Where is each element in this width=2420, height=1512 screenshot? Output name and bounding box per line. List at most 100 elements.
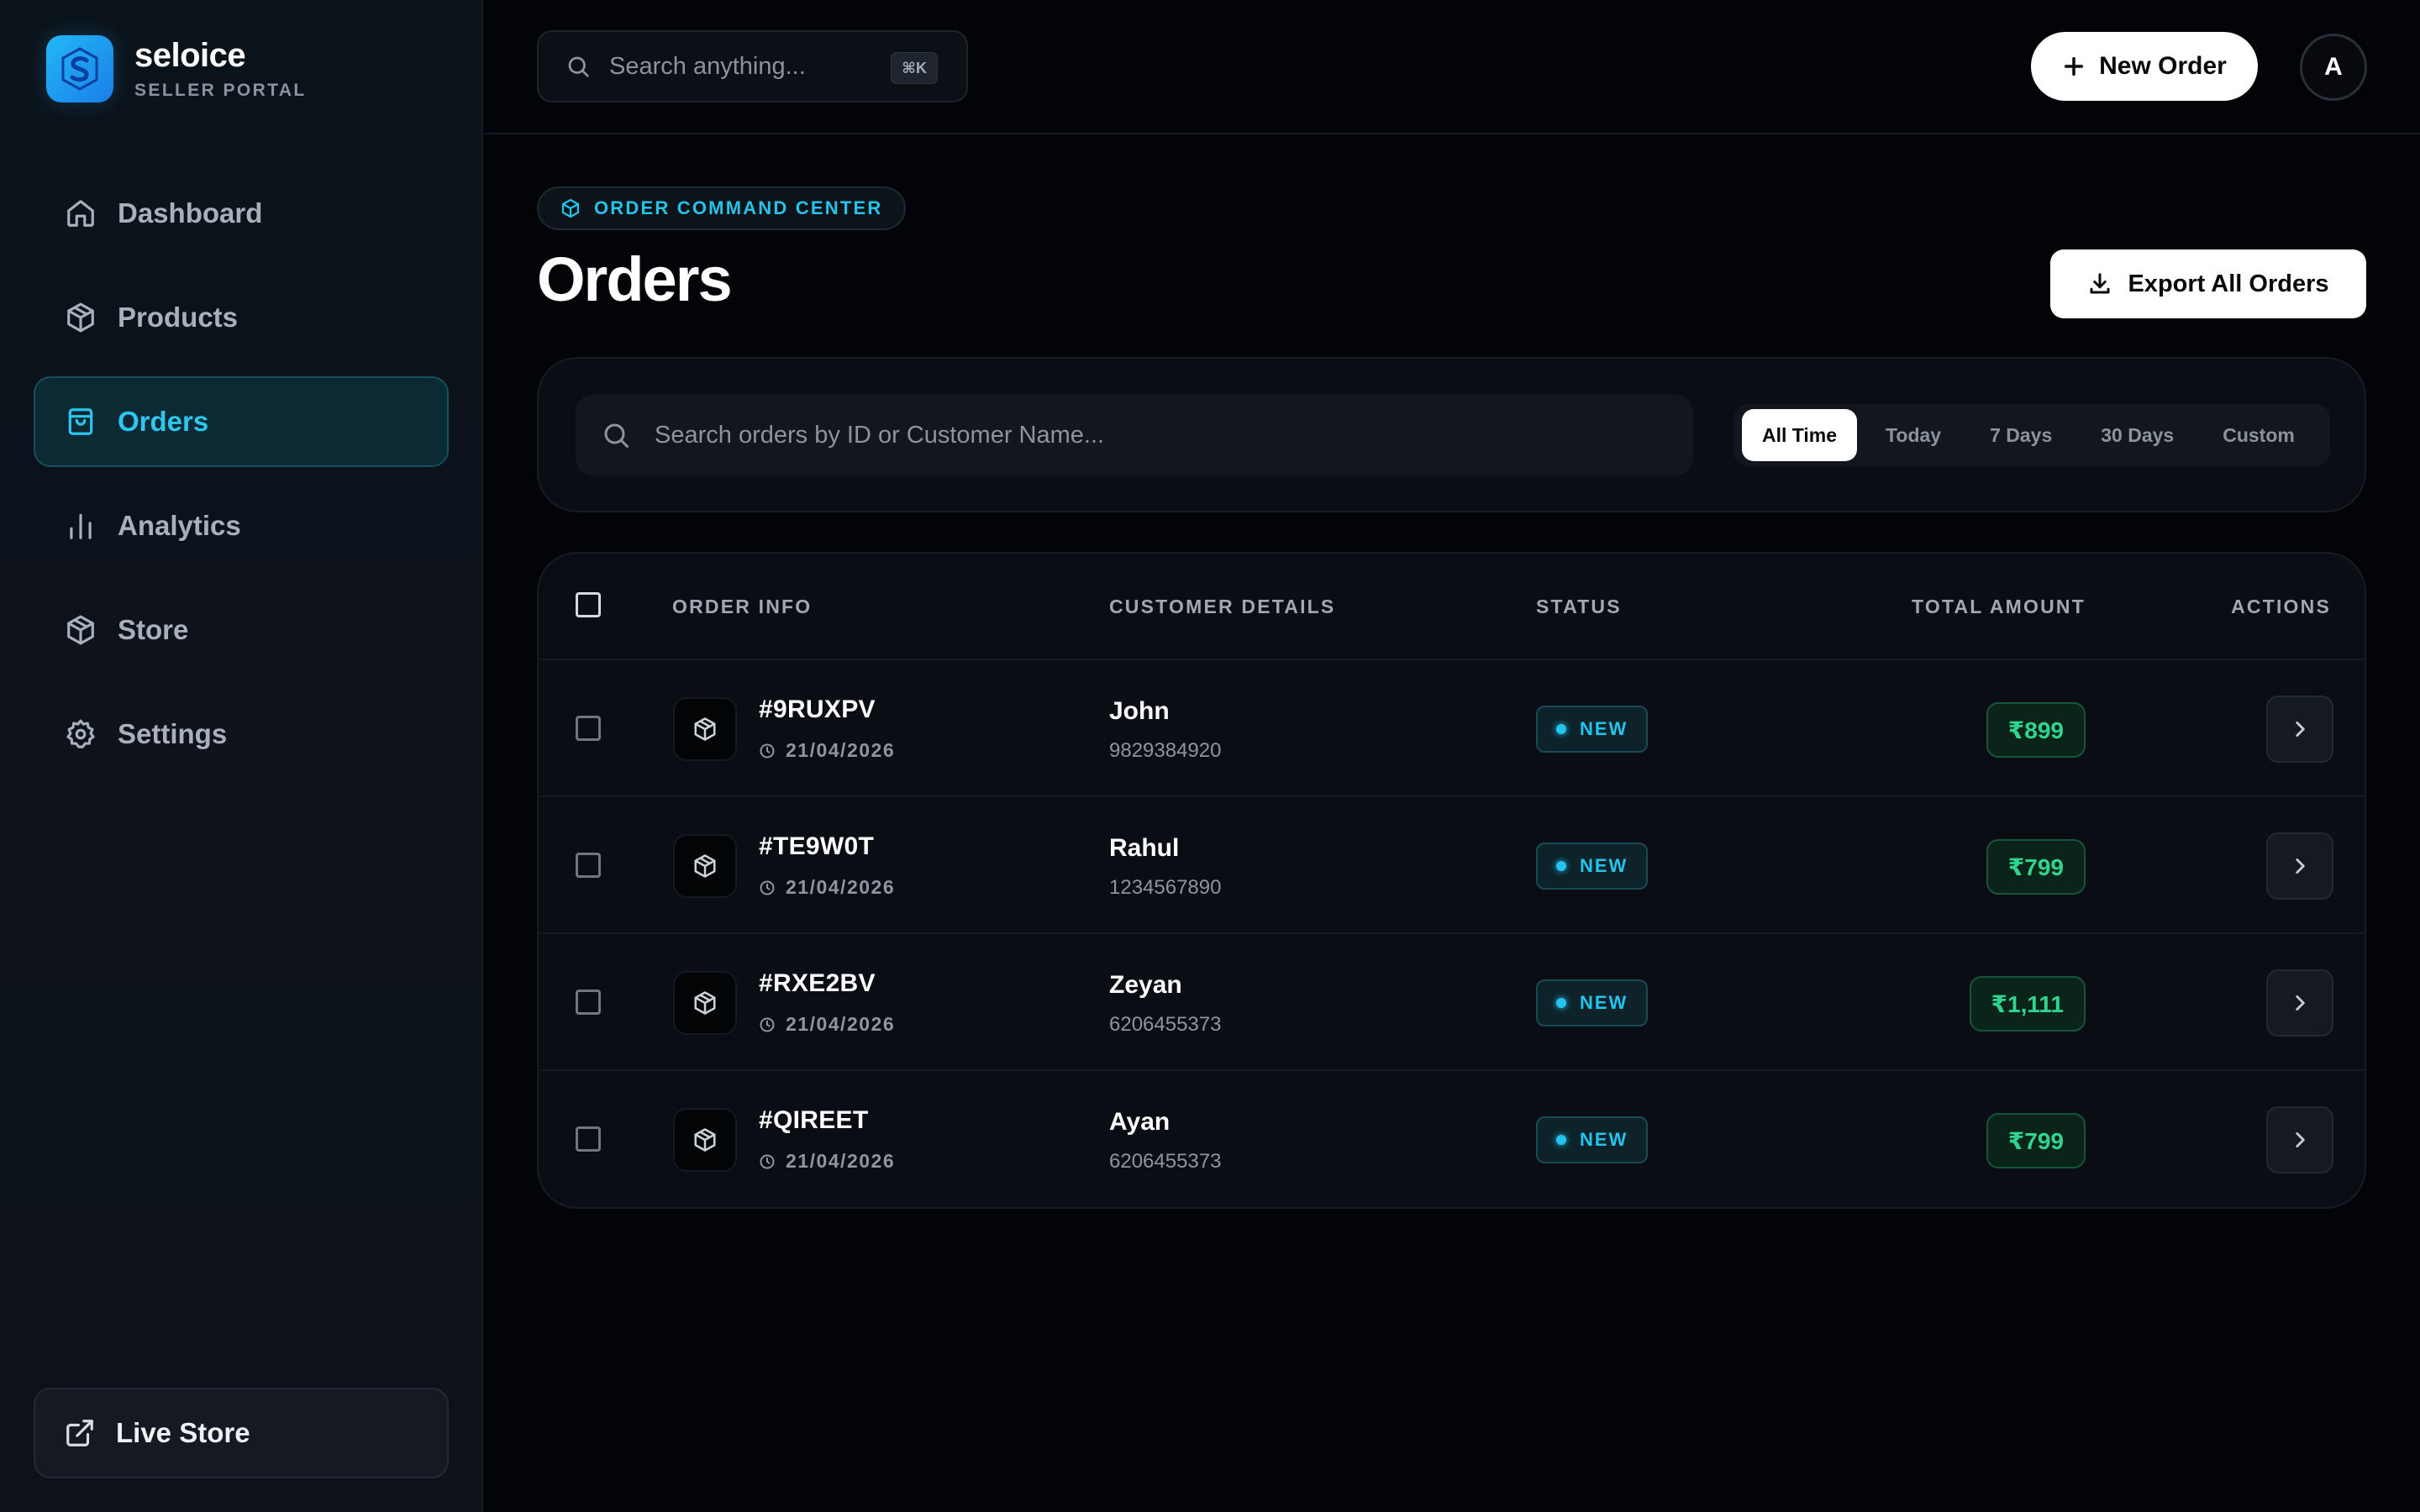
box-icon xyxy=(64,613,97,647)
tab-7-days[interactable]: 7 Days xyxy=(1970,409,2072,461)
brand-name: seloice xyxy=(134,37,246,74)
view-order-button[interactable] xyxy=(2266,832,2333,900)
order-id[interactable]: #RXE2BV xyxy=(759,969,876,998)
search-placeholder: Search anything... xyxy=(609,52,806,80)
view-order-button[interactable] xyxy=(2266,696,2333,763)
order-date: 21/04/2026 xyxy=(759,1013,895,1036)
sidebar-item-store[interactable]: Store xyxy=(34,585,449,675)
sidebar-item-label: Dashboard xyxy=(118,197,263,228)
row-checkbox[interactable] xyxy=(576,990,601,1015)
order-date-text: 21/04/2026 xyxy=(786,1013,896,1035)
clock-icon xyxy=(759,879,776,896)
page-title: Orders xyxy=(537,244,733,314)
status-badge: NEW xyxy=(1536,843,1649,890)
column-header-order-info: ORDER INFO xyxy=(672,596,813,617)
select-all-checkbox[interactable] xyxy=(576,592,601,617)
amount-badge: ₹799 xyxy=(1986,1113,2086,1168)
plus-icon xyxy=(2062,55,2086,78)
status-dot xyxy=(1556,724,1566,734)
bar-chart-icon xyxy=(64,509,97,543)
order-date-text: 21/04/2026 xyxy=(786,1150,896,1172)
topbar: Search anything... ⌘K New Order A xyxy=(485,0,2420,134)
table-row[interactable]: #TE9W0T 21/04/2026 Rahul 1234567890 NEW … xyxy=(539,797,2365,934)
customer-phone: 6206455373 xyxy=(1109,1013,1222,1036)
clock-icon xyxy=(759,743,776,759)
row-checkbox[interactable] xyxy=(576,853,601,878)
status-dot xyxy=(1556,1135,1566,1145)
brand-subtitle: SELLER PORTAL xyxy=(134,81,307,100)
order-date: 21/04/2026 xyxy=(759,739,895,762)
order-id[interactable]: #QIREET xyxy=(759,1106,868,1135)
view-order-button[interactable] xyxy=(2266,1106,2333,1173)
search-icon xyxy=(601,420,631,450)
order-date-text: 21/04/2026 xyxy=(786,876,896,898)
avatar[interactable]: A xyxy=(2300,34,2367,101)
package-icon xyxy=(673,834,737,898)
status-text: NEW xyxy=(1580,718,1628,739)
sidebar-nav: Dashboard Products Orders Analytics Stor… xyxy=(34,168,449,793)
box-icon xyxy=(560,198,581,218)
shortcut-badge: ⌘K xyxy=(891,52,938,84)
home-icon xyxy=(64,197,97,230)
chevron-right-icon xyxy=(2289,855,2311,877)
sidebar-item-products[interactable]: Products xyxy=(34,272,449,363)
order-id[interactable]: #9RUXPV xyxy=(759,696,876,724)
row-checkbox[interactable] xyxy=(576,1126,601,1152)
filter-panel: Search orders by ID or Customer Name... … xyxy=(537,357,2366,512)
customer-name: Zeyan xyxy=(1109,971,1182,999)
sidebar-item-dashboard[interactable]: Dashboard xyxy=(34,168,449,259)
live-store-button[interactable]: Live Store xyxy=(34,1388,449,1478)
column-header-customer-details: CUSTOMER DETAILS xyxy=(1109,596,1336,617)
amount-badge: ₹899 xyxy=(1986,702,2086,758)
time-range-tabs: All Time Today 7 Days 30 Days Custom xyxy=(1733,404,2330,466)
brand[interactable]: seloice SELLER PORTAL xyxy=(46,35,307,102)
sidebar-item-orders[interactable]: Orders xyxy=(34,376,449,467)
table-row[interactable]: #9RUXPV 21/04/2026 John 9829384920 NEW ₹… xyxy=(539,660,2365,797)
view-order-button[interactable] xyxy=(2266,969,2333,1037)
order-date-text: 21/04/2026 xyxy=(786,739,896,761)
customer-phone: 6206455373 xyxy=(1109,1150,1222,1173)
tab-today[interactable]: Today xyxy=(1865,409,1961,461)
new-order-button[interactable]: New Order xyxy=(2031,32,2258,101)
order-search-input[interactable]: Search orders by ID or Customer Name... xyxy=(576,395,1693,475)
export-label: Export All Orders xyxy=(2128,270,2329,297)
sidebar-item-analytics[interactable]: Analytics xyxy=(34,480,449,571)
customer-phone: 1234567890 xyxy=(1109,876,1222,899)
export-all-orders-button[interactable]: Export All Orders xyxy=(2050,249,2366,318)
status-text: NEW xyxy=(1580,1129,1628,1150)
status-badge: NEW xyxy=(1536,706,1649,753)
sidebar-item-label: Analytics xyxy=(118,510,241,541)
status-badge: NEW xyxy=(1536,1116,1649,1163)
table-row[interactable]: #QIREET 21/04/2026 Ayan 6206455373 NEW ₹… xyxy=(539,1071,2365,1207)
tab-all-time[interactable]: All Time xyxy=(1742,409,1858,461)
tab-30-days[interactable]: 30 Days xyxy=(2081,409,2194,461)
tab-custom[interactable]: Custom xyxy=(2202,409,2315,461)
external-link-icon xyxy=(64,1417,96,1449)
section-badge: ORDER COMMAND CENTER xyxy=(537,186,907,230)
section-badge-label: ORDER COMMAND CENTER xyxy=(594,197,883,218)
table-header: ORDER INFO CUSTOMER DETAILS STATUS TOTAL… xyxy=(539,554,2365,660)
clock-icon xyxy=(759,1153,776,1170)
sidebar-item-label: Products xyxy=(118,302,239,333)
row-checkbox[interactable] xyxy=(576,716,601,741)
amount-badge: ₹1,111 xyxy=(1969,976,2086,1032)
search-icon xyxy=(566,54,591,79)
customer-name: John xyxy=(1109,697,1170,725)
status-dot xyxy=(1556,998,1566,1008)
global-search-input[interactable]: Search anything... ⌘K xyxy=(537,30,968,102)
package-icon xyxy=(673,971,737,1035)
table-row[interactable]: #RXE2BV 21/04/2026 Zeyan 6206455373 NEW … xyxy=(539,934,2365,1071)
customer-name: Rahul xyxy=(1109,834,1180,862)
sidebar: seloice SELLER PORTAL Dashboard Products… xyxy=(0,0,483,1512)
chevron-right-icon xyxy=(2289,992,2311,1014)
order-search-placeholder: Search orders by ID or Customer Name... xyxy=(655,421,1105,449)
column-header-status: STATUS xyxy=(1536,596,1622,617)
status-dot xyxy=(1556,861,1566,871)
sidebar-item-settings[interactable]: Settings xyxy=(34,689,449,780)
order-date: 21/04/2026 xyxy=(759,1150,895,1173)
customer-name: Ayan xyxy=(1109,1108,1171,1136)
order-id[interactable]: #TE9W0T xyxy=(759,832,874,861)
column-header-actions: ACTIONS xyxy=(2231,596,2331,617)
status-text: NEW xyxy=(1580,992,1628,1013)
clock-icon xyxy=(759,1016,776,1033)
